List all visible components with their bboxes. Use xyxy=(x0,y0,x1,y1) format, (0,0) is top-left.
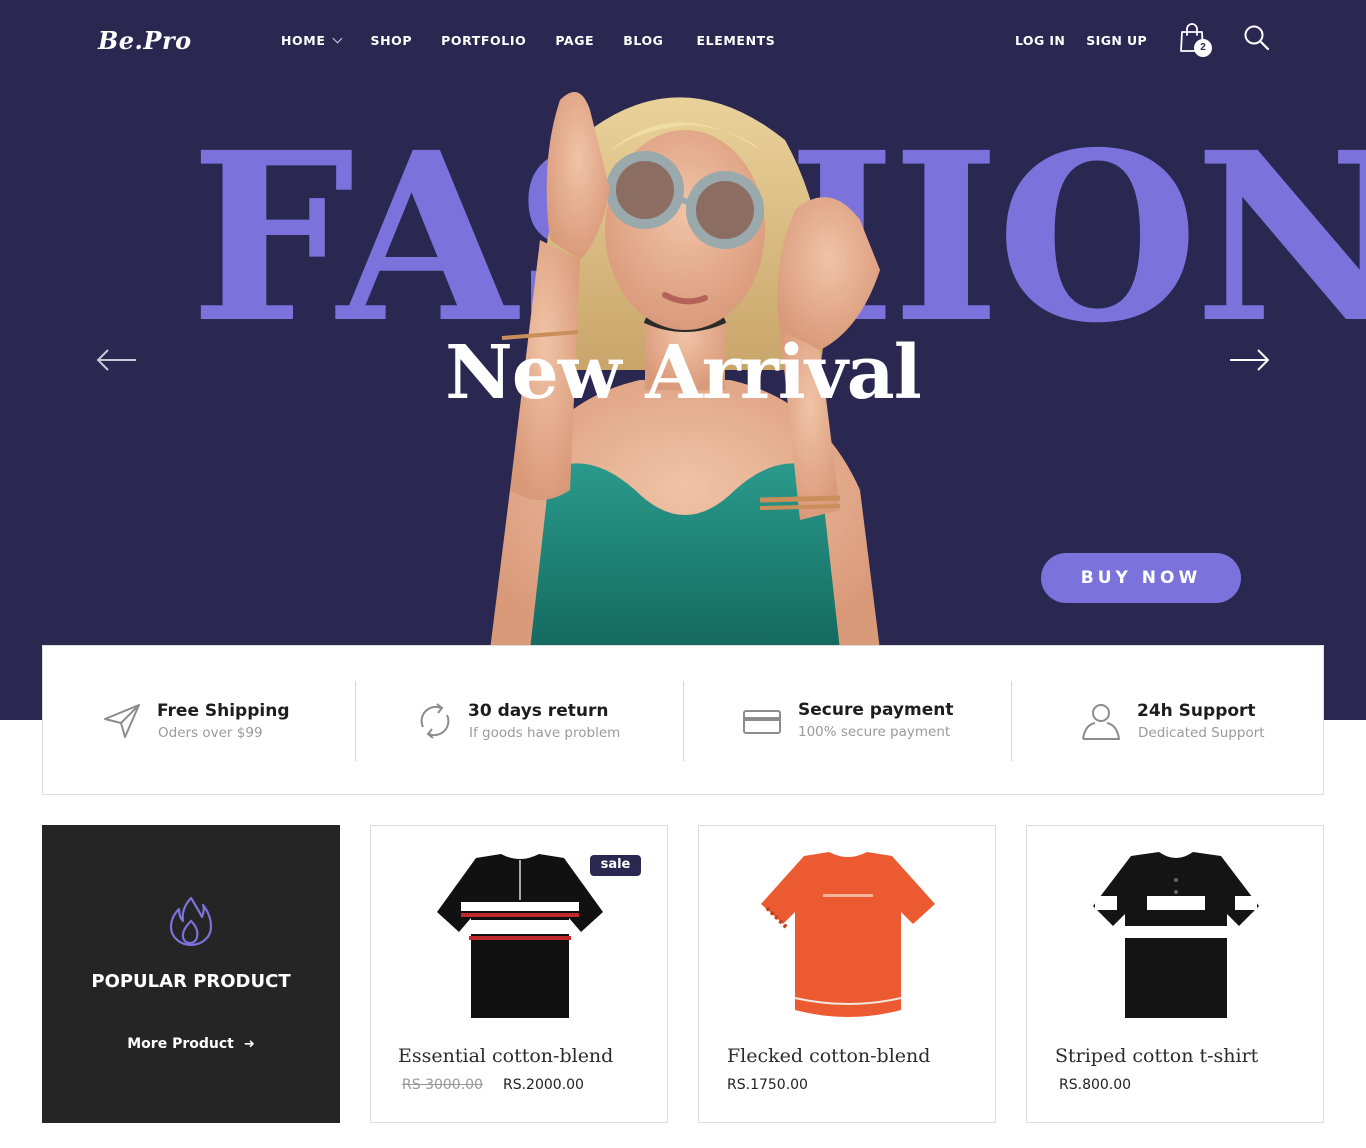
slider-next-button[interactable] xyxy=(1228,344,1270,376)
feature-divider xyxy=(355,681,356,761)
feature-support: 24h Support Dedicated Support xyxy=(1079,681,1309,761)
product-name[interactable]: Striped cotton t-shirt xyxy=(1055,1045,1258,1067)
features-bar: Free Shipping Oders over $99 30 days ret… xyxy=(42,645,1324,795)
product-image xyxy=(437,854,603,1018)
popular-title: POPULAR PRODUCT xyxy=(91,971,291,992)
nav-item-elements[interactable]: ELEMENTS xyxy=(697,33,776,48)
product-card[interactable]: Flecked cotton-blend RS.1750.00 xyxy=(698,825,996,1123)
cart-button[interactable]: 2 xyxy=(1178,22,1212,58)
feature-subtitle: 100% secure payment xyxy=(798,724,951,740)
more-product-label: More Product xyxy=(127,1036,234,1052)
paper-plane-icon xyxy=(104,704,140,738)
chevron-down-icon xyxy=(333,33,343,44)
product-name[interactable]: Flecked cotton-blend xyxy=(727,1045,930,1067)
product-price: RS.1750.00 xyxy=(727,1077,808,1093)
nav-item-label: PORTFOLIO xyxy=(441,33,527,48)
refresh-icon xyxy=(420,703,450,739)
feature-title: 24h Support xyxy=(1137,701,1256,721)
signup-link[interactable]: SIGN UP xyxy=(1086,33,1147,48)
current-price: RS.2000.00 xyxy=(502,1077,584,1093)
arrow-left-icon xyxy=(96,349,136,371)
feature-subtitle: If goods have problem xyxy=(469,725,621,741)
nav-item-label: SHOP xyxy=(370,33,413,48)
feature-returns: 30 days return If goods have problem xyxy=(413,681,693,761)
feature-title: Secure payment xyxy=(798,700,954,720)
nav-item-page[interactable]: PAGE xyxy=(555,33,594,48)
logo[interactable]: Be.Pro xyxy=(98,26,192,55)
nav-item-portfolio[interactable]: PORTFOLIO xyxy=(441,33,526,48)
arrow-right-icon xyxy=(1230,349,1270,371)
buy-now-button[interactable]: BUY NOW xyxy=(1041,553,1241,603)
hero-headline: New Arrival xyxy=(445,330,922,416)
hero-banner: Be.Pro HOME SHOP PORTFOLIO PAGE BLOG ELE… xyxy=(0,0,1366,720)
slider-prev-button[interactable] xyxy=(96,344,138,376)
feature-divider xyxy=(1011,681,1012,761)
main-nav: HOME SHOP PORTFOLIO PAGE BLOG ELEMENTS xyxy=(281,33,804,48)
flame-icon xyxy=(169,896,213,947)
cart-count-badge: 2 xyxy=(1194,39,1212,57)
search-button[interactable] xyxy=(1243,24,1271,52)
sale-badge: sale xyxy=(590,855,641,876)
product-card[interactable]: sale Essential cotton-blend RS 3000.00 RS… xyxy=(370,825,668,1123)
feature-free-shipping: Free Shipping Oders over $99 xyxy=(101,681,361,761)
nav-item-blog[interactable]: BLOG xyxy=(623,33,663,48)
product-name[interactable]: Essential cotton-blend xyxy=(398,1045,613,1067)
nav-item-home[interactable]: HOME xyxy=(281,33,343,48)
login-link[interactable]: LOG IN xyxy=(1015,33,1065,48)
nav-item-label: PAGE xyxy=(555,33,595,48)
nav-item-label: ELEMENTS xyxy=(696,33,776,48)
auth-links: LOG IN SIGN UP xyxy=(1015,33,1168,48)
feature-subtitle: Oders over $99 xyxy=(158,725,263,741)
popular-product-panel: POPULAR PRODUCT More Product ➜ xyxy=(42,825,340,1123)
current-price: RS.800.00 xyxy=(1059,1077,1132,1093)
nav-item-label: HOME xyxy=(281,33,326,48)
nav-item-label: BLOG xyxy=(623,33,664,48)
product-image xyxy=(1093,852,1259,1018)
product-price: RS.800.00 xyxy=(1059,1077,1131,1093)
user-icon xyxy=(1082,704,1120,740)
current-price: RS.1750.00 xyxy=(727,1077,808,1093)
search-icon xyxy=(1244,25,1270,51)
feature-title: 30 days return xyxy=(468,701,609,721)
feature-secure-payment: Secure payment 100% secure payment xyxy=(741,681,1021,761)
old-price: RS 3000.00 xyxy=(402,1077,483,1093)
feature-subtitle: Dedicated Support xyxy=(1138,725,1265,741)
product-card[interactable]: Striped cotton t-shirt RS.800.00 xyxy=(1026,825,1324,1123)
feature-title: Free Shipping xyxy=(157,701,290,721)
arrow-right-icon: ➜ xyxy=(243,1037,255,1052)
feature-divider xyxy=(683,681,684,761)
product-price: RS 3000.00 RS.2000.00 xyxy=(402,1077,584,1093)
more-product-link[interactable]: More Product ➜ xyxy=(42,1036,340,1052)
credit-card-icon xyxy=(743,710,781,734)
nav-item-shop[interactable]: SHOP xyxy=(370,33,412,48)
product-image xyxy=(761,852,935,1017)
